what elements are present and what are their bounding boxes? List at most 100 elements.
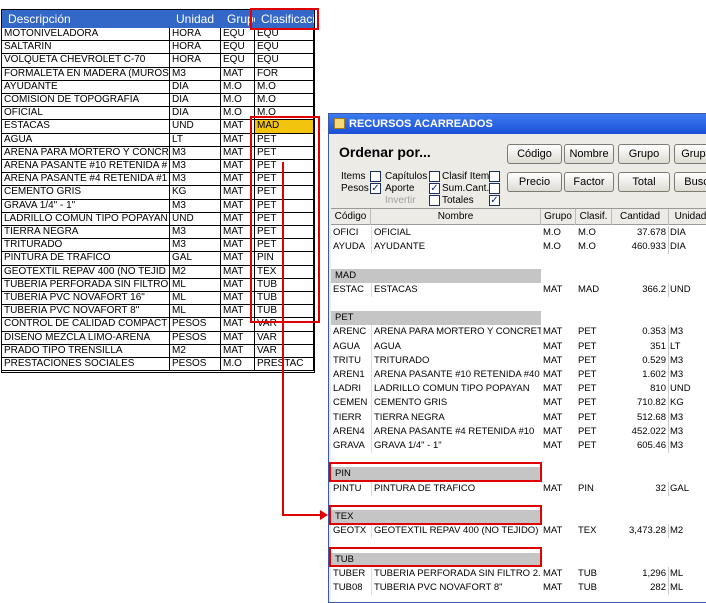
cell-descripcion[interactable]: CONTROL DE CALIDAD COMPACT <box>2 318 170 331</box>
grid-row[interactable]: AREN4 ARENA PASANTE #4 RETENIDA #10 MAT PET… <box>331 424 706 439</box>
cell-grupo[interactable]: MAT <box>221 331 255 344</box>
cell-unidad[interactable]: M3 <box>170 146 221 159</box>
sort-total-button[interactable]: Total <box>618 172 670 192</box>
pesos-checkbox[interactable]: ✓ <box>370 183 381 194</box>
cell-descripcion[interactable]: PRADO TIPO TRENSILLA <box>2 344 170 357</box>
cell-descripcion[interactable]: TUBERIA PERFORADA SIN FILTRO <box>2 278 170 291</box>
sheet-row[interactable]: PRESTACIONES SOCIALES PESOS M.O PRESTAC <box>2 358 314 372</box>
sum-cant-checkbox[interactable] <box>489 183 500 194</box>
cell-unidad[interactable]: PESOS <box>170 358 221 371</box>
sheet-row[interactable]: DISEÑO MEZCLA LIMO-ARENA PESOS MAT VAR <box>2 331 314 345</box>
col-unidad[interactable]: Unidad <box>669 209 706 225</box>
cell-descripcion[interactable]: MOTONIVELADORA <box>2 28 170 41</box>
grid-row[interactable]: GEOTX GEOTEXTIL REPAV 400 (NO TEJIDO) MAT T… <box>331 524 706 539</box>
totales-checkbox[interactable]: ✓ <box>489 195 500 206</box>
cell-grupo[interactable]: M.O <box>221 358 255 371</box>
cell-unidad[interactable]: M3 <box>170 160 221 173</box>
cell-descripcion[interactable]: ARENA PARA MORTERO Y CONCR <box>2 146 170 159</box>
cell-unidad[interactable]: M3 <box>170 239 221 252</box>
sort-grupo-button[interactable]: Grupo <box>618 144 670 164</box>
grid-row[interactable]: OFICI OFICIAL M.O M.O 37.678 DIA <box>331 226 706 241</box>
cell-descripcion[interactable]: LADRILLO COMUN TIPO POPAYAN <box>2 212 170 225</box>
cell-clasificacion[interactable]: M.O <box>255 94 314 107</box>
sort-nombre-button[interactable]: Nombre <box>564 144 614 164</box>
grid-row[interactable]: AYUDA AYUDANTE M.O M.O 460.933 DIA <box>331 240 706 255</box>
aporte-checkbox[interactable]: ✓ <box>429 183 440 194</box>
results-grid[interactable]: Código Nombre Grupo Clasif. Cantidad Uni… <box>331 208 706 602</box>
cell-descripcion[interactable]: PINTURA DE TRAFICO <box>2 252 170 265</box>
cell-unidad[interactable]: PESOS <box>170 331 221 344</box>
cell-descripcion[interactable]: FORMALETA EN MADERA (MUROS) <box>2 67 170 80</box>
cell-grupo[interactable]: MAT <box>221 344 255 357</box>
sheet-row[interactable]: FORMALETA EN MADERA (MUROS) M3 MAT FOR <box>2 67 314 81</box>
col-cantidad[interactable]: Cantidad <box>612 209 669 225</box>
grid-row[interactable]: TUBER TUBERIA PERFORADA SIN FILTRO 2.5" MA… <box>331 566 706 581</box>
cell-clasificacion[interactable]: EQU <box>255 54 314 67</box>
cell-descripcion[interactable]: ARENA PASANTE #4 RETENIDA #1 <box>2 173 170 186</box>
sheet-row[interactable]: COMISION DE TOPOGRAFIA DIA M.O M.O <box>2 94 314 108</box>
cell-grupo[interactable]: M.O <box>221 80 255 93</box>
cell-unidad[interactable]: M3 <box>170 199 221 212</box>
grid-row[interactable]: LADRI LADRILLO COMUN TIPO POPAYAN MAT PET 81… <box>331 382 706 397</box>
grid-row[interactable]: GRAVA GRAVA 1/4" - 1" MAT PET 605.46 M3 <box>331 439 706 454</box>
cell-unidad[interactable]: ML <box>170 292 221 305</box>
cell-unidad[interactable]: LT <box>170 133 221 146</box>
grid-row[interactable]: PINTU PINTURA DE TRAFICO MAT PIN 32 GAL <box>331 481 706 496</box>
sort-codigo-button[interactable]: Código <box>507 144 562 164</box>
invertir-checkbox[interactable] <box>429 195 440 206</box>
search-button[interactable]: Busc <box>674 172 706 192</box>
cell-descripcion[interactable]: PRESTACIONES SOCIALES <box>2 358 170 371</box>
cell-descripcion[interactable]: TRITURADO <box>2 239 170 252</box>
cell-descripcion[interactable]: GEOTEXTIL REPAV 400 (NO TEJID <box>2 265 170 278</box>
cell-unidad[interactable]: ML <box>170 278 221 291</box>
grid-row[interactable]: TRITU TRITURADO MAT PET 0.529 M3 <box>331 353 706 368</box>
grid-row[interactable]: ESTAC ESTACAS MAT MAD 366.2 UND <box>331 282 706 297</box>
col-grupo[interactable]: Grupo <box>541 209 576 225</box>
cell-unidad[interactable]: HORA <box>170 28 221 41</box>
grid-row[interactable]: ARENC ARENA PARA MORTERO Y CONCRETO MAT PET… <box>331 325 706 340</box>
items-checkbox[interactable] <box>370 171 381 182</box>
capitulos-checkbox[interactable] <box>429 171 440 182</box>
col-nombre[interactable]: Nombre <box>371 209 541 225</box>
cell-unidad[interactable]: HORA <box>170 41 221 54</box>
cell-unidad[interactable]: DIA <box>170 107 221 120</box>
cell-descripcion[interactable]: TIERRA NEGRA <box>2 226 170 239</box>
cell-clasificacion[interactable]: VAR <box>255 331 314 344</box>
cell-grupo[interactable]: MAT <box>221 67 255 80</box>
cell-unidad[interactable]: UND <box>170 120 221 133</box>
cell-unidad[interactable]: HORA <box>170 54 221 67</box>
grid-row[interactable]: AGUA AGUA MAT PET 351 LT <box>331 339 706 354</box>
cell-unidad[interactable]: M2 <box>170 344 221 357</box>
cell-unidad[interactable]: ML <box>170 305 221 318</box>
clasif-item-checkbox[interactable] <box>489 171 500 182</box>
group-header-row[interactable]: MAD <box>331 268 541 283</box>
cell-grupo[interactable]: EQU <box>221 41 255 54</box>
cell-descripcion[interactable]: AGUA <box>2 133 170 146</box>
cell-descripcion[interactable]: ESTACAS <box>2 120 170 133</box>
cell-grupo[interactable]: M.O <box>221 94 255 107</box>
cell-descripcion[interactable]: VOLQUETA CHEVROLET C-70 <box>2 54 170 67</box>
cell-unidad[interactable]: PESOS <box>170 318 221 331</box>
grid-row[interactable]: CEMEN CEMENTO GRIS MAT PET 710.82 KG <box>331 396 706 411</box>
cell-unidad[interactable]: DIA <box>170 80 221 93</box>
col-clasif[interactable]: Clasif. <box>576 209 612 225</box>
grid-row[interactable]: TUB08 TUBERIA PVC NOVAFORT 8" MAT TUB 282 ML <box>331 581 706 596</box>
cell-descripcion[interactable]: TUBERIA PVC NOVAFORT 16" <box>2 292 170 305</box>
header-descripcion[interactable]: Descripción <box>2 10 170 28</box>
sheet-row[interactable]: VOLQUETA CHEVROLET C-70 HORA EQU EQU <box>2 54 314 68</box>
cell-unidad[interactable]: M3 <box>170 67 221 80</box>
cell-clasificacion[interactable]: FOR <box>255 67 314 80</box>
sort-precio-button[interactable]: Precio <box>507 172 562 192</box>
cell-descripcion[interactable]: CEMENTO GRIS <box>2 186 170 199</box>
sheet-row[interactable]: SALTARIN HORA EQU EQU <box>2 41 314 55</box>
grid-row[interactable]: AREN1 ARENA PASANTE #10 RETENIDA #40 MAT PE… <box>331 368 706 383</box>
cell-descripcion[interactable]: ARENA PASANTE #10 RETENIDA # <box>2 160 170 173</box>
cell-unidad[interactable]: DIA <box>170 94 221 107</box>
sheet-row[interactable]: PRADO TIPO TRENSILLA M2 MAT VAR <box>2 344 314 358</box>
sort-factor-button[interactable]: Factor <box>564 172 614 192</box>
cell-descripcion[interactable]: DISEÑO MEZCLA LIMO-ARENA <box>2 331 170 344</box>
cell-clasificacion[interactable]: PRESTAC <box>255 358 314 371</box>
cell-descripcion[interactable]: GRAVA 1/4" - 1" <box>2 199 170 212</box>
cell-clasificacion[interactable]: VAR <box>255 344 314 357</box>
cell-descripcion[interactable]: AYUDANTE <box>2 80 170 93</box>
